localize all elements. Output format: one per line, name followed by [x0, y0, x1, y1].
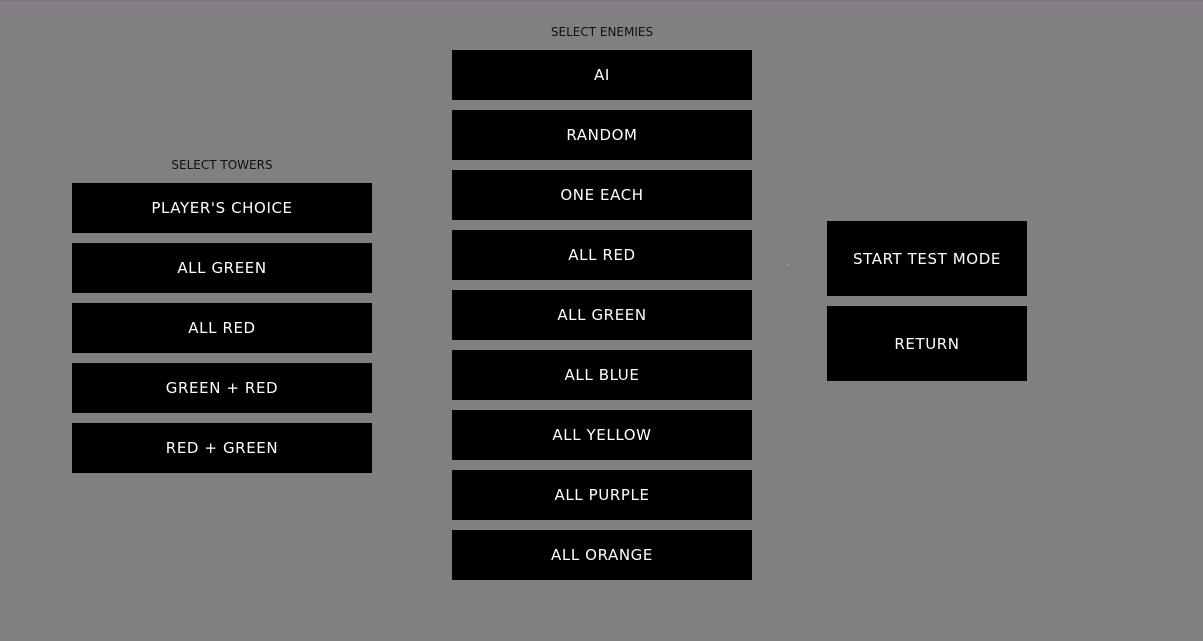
- enemy-option-all-yellow-button[interactable]: ALL YELLOW: [452, 410, 752, 460]
- enemy-option-one-each-button[interactable]: ONE EACH: [452, 170, 752, 220]
- window-top-edge: [0, 0, 1203, 1]
- return-button[interactable]: RETURN: [827, 306, 1027, 381]
- enemy-option-all-purple-button[interactable]: ALL PURPLE: [452, 470, 752, 520]
- tower-option-all-green-button[interactable]: ALL GREEN: [72, 243, 372, 293]
- enemy-option-ai-button[interactable]: AI: [452, 50, 752, 100]
- enemy-option-all-red-button[interactable]: ALL RED: [452, 230, 752, 280]
- enemy-option-all-blue-button[interactable]: ALL BLUE: [452, 350, 752, 400]
- cursor-dot: [788, 264, 789, 265]
- select-enemies-title: SELECT ENEMIES: [550, 25, 654, 39]
- enemy-option-random-button[interactable]: RANDOM: [452, 110, 752, 160]
- start-test-mode-button[interactable]: START TEST MODE: [827, 221, 1027, 296]
- tower-option-red-plus-green-button[interactable]: RED + GREEN: [72, 423, 372, 473]
- enemy-option-all-green-button[interactable]: ALL GREEN: [452, 290, 752, 340]
- tower-option-green-plus-red-button[interactable]: GREEN + RED: [72, 363, 372, 413]
- tower-option-all-red-button[interactable]: ALL RED: [72, 303, 372, 353]
- enemy-option-all-orange-button[interactable]: ALL ORANGE: [452, 530, 752, 580]
- select-towers-title: SELECT TOWERS: [171, 158, 273, 172]
- tower-option-players-choice-button[interactable]: PLAYER'S CHOICE: [72, 183, 372, 233]
